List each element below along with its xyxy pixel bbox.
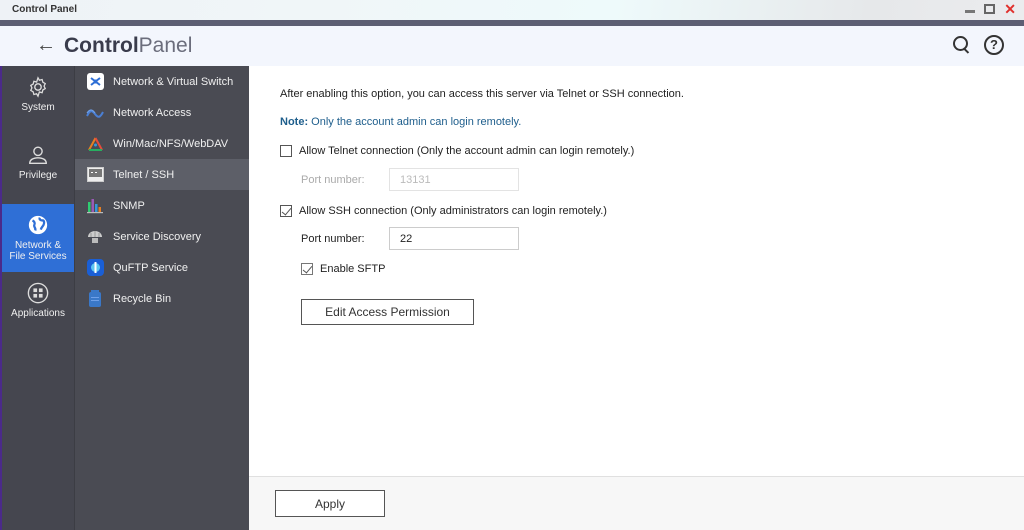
- ssh-port-input[interactable]: [389, 227, 519, 250]
- main-content: After enabling this option, you can acce…: [249, 66, 1024, 476]
- footer-bar: Apply: [249, 476, 1024, 530]
- rail-item-applications[interactable]: Applications: [2, 282, 74, 330]
- sftp-label: Enable SFTP: [320, 263, 386, 275]
- ftp-icon: [86, 259, 104, 277]
- rail-item-label: System: [21, 102, 55, 113]
- close-icon[interactable]: ✕: [1004, 2, 1016, 16]
- telnet-port-label: Port number:: [301, 174, 365, 186]
- submenu-item-label: Service Discovery: [113, 230, 202, 243]
- network-access-icon: [86, 104, 104, 122]
- submenu-item-label: Win/Mac/NFS/WebDAV: [113, 137, 229, 150]
- rail-item-system[interactable]: System: [2, 76, 74, 124]
- window-title: Control Panel: [12, 4, 78, 15]
- submenu-item-label: Network & Virtual Switch: [113, 75, 234, 88]
- rail-item-label: Privilege: [18, 170, 58, 181]
- submenu-item-network-access[interactable]: Network Access: [75, 97, 250, 128]
- rail-item-label-2: File Services: [9, 251, 67, 262]
- file-protocols-icon: [86, 135, 104, 153]
- app-title-light: Panel: [138, 34, 193, 57]
- grid-icon: [27, 282, 49, 304]
- note-label: Note:: [280, 116, 309, 128]
- rail-item-privilege[interactable]: Privilege: [2, 144, 74, 192]
- app-header: ← ControlPanel ?: [0, 26, 1024, 66]
- ssh-label: Allow SSH connection (Only administrator…: [299, 205, 607, 217]
- app-title: ControlPanel: [64, 34, 192, 58]
- telnet-checkbox[interactable]: [280, 145, 292, 157]
- sftp-checkbox[interactable]: [301, 263, 313, 275]
- network-switch-icon: [86, 73, 104, 91]
- category-rail: System Privilege Network & File Services…: [0, 66, 74, 530]
- rail-item-label: Network &: [14, 240, 62, 251]
- submenu-item-win-mac-nfs-webdav[interactable]: Win/Mac/NFS/WebDAV: [75, 128, 250, 159]
- rail-item-label: Applications: [11, 308, 65, 319]
- service-discovery-icon: [86, 228, 104, 246]
- telnet-port-input[interactable]: [389, 168, 519, 191]
- submenu-item-telnet-ssh[interactable]: Telnet / SSH: [75, 159, 250, 190]
- arrow-left-icon[interactable]: ←: [36, 34, 56, 57]
- user-icon: [29, 146, 47, 164]
- gear-icon: [29, 76, 47, 98]
- submenu-item-network-virtual-switch[interactable]: Network & Virtual Switch: [75, 66, 250, 97]
- ssh-port-label: Port number:: [301, 233, 365, 245]
- description-text: After enabling this option, you can acce…: [280, 88, 684, 100]
- ssh-checkbox[interactable]: [280, 205, 292, 217]
- maximize-icon[interactable]: [984, 4, 996, 14]
- submenu-item-label: Telnet / SSH: [113, 168, 175, 181]
- help-icon[interactable]: ?: [984, 35, 1004, 55]
- submenu-item-label: Network Access: [113, 106, 192, 119]
- recycle-bin-icon: [86, 290, 104, 308]
- minimize-icon[interactable]: [965, 9, 976, 13]
- search-icon[interactable]: [952, 35, 972, 55]
- window-titlebar: Control Panel ✕: [0, 0, 1024, 20]
- submenu-item-quftp-service[interactable]: QuFTP Service: [75, 252, 250, 283]
- submenu-item-label: Recycle Bin: [113, 292, 172, 305]
- telnet-label: Allow Telnet connection (Only the accoun…: [299, 145, 635, 157]
- submenu-item-recycle-bin[interactable]: Recycle Bin: [75, 283, 250, 314]
- rail-item-network-file-services[interactable]: Network & File Services: [2, 204, 74, 272]
- submenu-item-label: SNMP: [113, 199, 145, 212]
- edit-access-permission-button[interactable]: Edit Access Permission: [301, 299, 474, 325]
- submenu-item-snmp[interactable]: SNMP: [75, 190, 250, 221]
- bar-chart-icon: [86, 197, 104, 215]
- note-text: Note: Only the account admin can login r…: [280, 116, 521, 128]
- window-controls: ✕: [965, 2, 1016, 16]
- note-body: Only the account admin can login remotel…: [308, 116, 522, 128]
- apply-button[interactable]: Apply: [275, 490, 385, 517]
- submenu-item-service-discovery[interactable]: Service Discovery: [75, 221, 250, 252]
- submenu-item-label: QuFTP Service: [113, 261, 188, 274]
- terminal-icon: [86, 166, 104, 184]
- globe-icon: [28, 215, 48, 235]
- app-title-bold: Control: [64, 34, 139, 57]
- submenu: Network & Virtual Switch Network Access …: [74, 66, 250, 530]
